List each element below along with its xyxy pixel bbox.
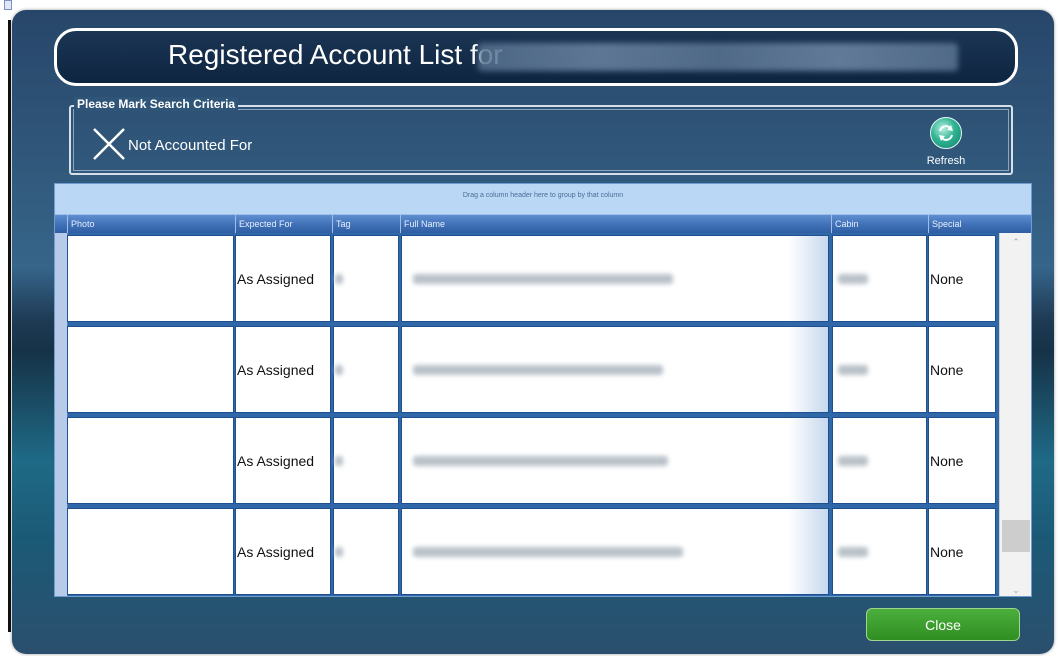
scroll-up-icon[interactable]: ⌃ <box>1000 237 1031 248</box>
title-bar: Registered Account List for <box>54 28 1018 86</box>
not-accounted-checkbox[interactable] <box>91 126 127 162</box>
column-header-row: Photo Expected For Tag Full Name Cabin S… <box>55 214 1031 234</box>
tag-cell <box>333 326 399 413</box>
expected-for-cell: As Assigned <box>235 417 331 504</box>
group-by-hint: Drag a column header here to group by th… <box>462 192 624 199</box>
scroll-down-icon[interactable]: ⌄ <box>1000 585 1031 596</box>
cabin-cell <box>832 417 927 504</box>
column-header-full-name[interactable]: Full Name <box>400 215 831 233</box>
registered-account-window: Registered Account List for Please Mark … <box>12 10 1054 654</box>
expected-for-cell: As Assigned <box>235 235 331 322</box>
tag-cell <box>333 417 399 504</box>
redacted-cabin <box>838 364 868 375</box>
special-cell: None <box>928 326 996 413</box>
redacted-title-suffix <box>478 43 958 71</box>
redacted-cabin <box>838 546 868 557</box>
table-row[interactable]: As Assigned None <box>55 415 999 506</box>
full-name-cell <box>401 417 829 504</box>
grid-rows: As Assigned None As Assigned None As Ass… <box>55 233 999 596</box>
cabin-cell <box>832 508 927 595</box>
expected-for-cell: As Assigned <box>235 508 331 595</box>
cabin-cell <box>832 235 927 322</box>
expected-for-cell: As Assigned <box>235 326 331 413</box>
column-header-tag[interactable]: Tag <box>332 215 400 233</box>
vertical-scrollbar[interactable]: ⌃ ⌄ <box>999 233 1031 596</box>
redacted-cabin <box>838 273 868 284</box>
redacted-full-name <box>413 546 683 557</box>
scroll-thumb[interactable] <box>1002 520 1030 552</box>
redacted-full-name <box>413 273 673 284</box>
full-name-cell <box>401 235 829 322</box>
full-name-cell <box>401 326 829 413</box>
table-row[interactable]: As Assigned None <box>55 506 999 596</box>
redacted-tag <box>335 273 343 284</box>
redacted-full-name <box>413 364 663 375</box>
redacted-cabin <box>838 455 868 466</box>
tag-cell <box>333 235 399 322</box>
column-header-cabin[interactable]: Cabin <box>831 215 928 233</box>
special-cell: None <box>928 417 996 504</box>
redacted-tag <box>335 455 343 466</box>
criteria-legend: Please Mark Search Criteria <box>74 97 239 111</box>
account-grid: Drag a column header here to group by th… <box>54 183 1032 597</box>
refresh-button[interactable]: Refresh <box>916 117 976 173</box>
table-row[interactable]: As Assigned None <box>55 324 999 415</box>
refresh-icon <box>930 117 962 149</box>
cell-fade <box>788 236 828 321</box>
special-cell: None <box>928 508 996 595</box>
cell-fade <box>788 509 828 594</box>
cabin-cell <box>832 326 927 413</box>
close-x-icon <box>93 128 125 160</box>
photo-cell <box>67 235 234 322</box>
column-header-photo[interactable]: Photo <box>67 215 235 233</box>
redacted-tag <box>335 364 343 375</box>
not-accounted-label[interactable]: Not Accounted For <box>128 137 252 154</box>
photo-cell <box>67 417 234 504</box>
cell-fade <box>788 418 828 503</box>
window-edge <box>8 20 11 632</box>
redacted-tag <box>335 546 343 557</box>
close-button[interactable]: Close <box>866 608 1020 641</box>
cell-fade <box>788 327 828 412</box>
photo-cell <box>67 326 234 413</box>
refresh-label: Refresh <box>926 155 966 167</box>
redacted-full-name <box>413 455 668 466</box>
window-title: Registered Account List for <box>168 39 503 70</box>
special-cell: None <box>928 235 996 322</box>
tag-cell <box>333 508 399 595</box>
window-corner-icon <box>4 0 12 10</box>
photo-cell <box>67 508 234 595</box>
search-criteria-group: Please Mark Search Criteria Not Accounte… <box>69 97 1013 175</box>
table-row[interactable]: As Assigned None <box>55 233 999 324</box>
full-name-cell <box>401 508 829 595</box>
column-header-expected-for[interactable]: Expected For <box>235 215 332 233</box>
column-header-special[interactable]: Special <box>928 215 996 233</box>
